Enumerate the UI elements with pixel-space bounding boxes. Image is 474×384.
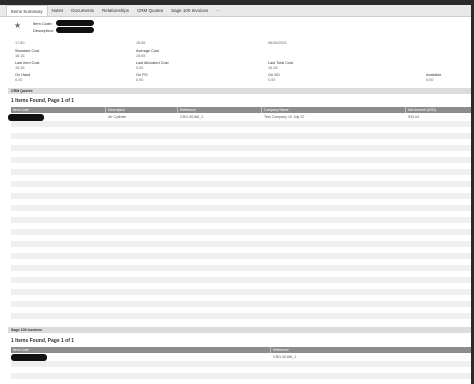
- tab-more[interactable]: ⋯: [212, 5, 225, 16]
- last-allocated-cost-field: Last Allocated Cost 0.00: [136, 61, 169, 70]
- item-code-label: Item Code:: [33, 21, 53, 26]
- col-net-amount[interactable]: Net Amount (USD): [406, 107, 471, 113]
- crm-quotes-found-text: 1 Items Found, Page 1 of 1: [11, 98, 75, 104]
- tab-items-summary[interactable]: Items Summary: [6, 5, 48, 16]
- col-item-code[interactable]: Item Code: [11, 347, 271, 353]
- sage-invoices-found-text: 1 Items Found, Page 1 of 1: [11, 338, 75, 344]
- favorite-star-icon[interactable]: ★: [14, 22, 21, 30]
- last-item-cost-field: Last Item Cost 15.28: [15, 61, 40, 70]
- cell-description: Air Cylinder: [108, 115, 127, 119]
- description-redaction: [56, 27, 94, 33]
- available-field: Available 0.00: [426, 73, 442, 82]
- summary-value-row0-col1: 17.60: [15, 41, 25, 45]
- tab-notes[interactable]: Notes: [48, 5, 68, 16]
- tab-relationships[interactable]: Relationships: [98, 5, 133, 16]
- on-po-field: On PO 0.00: [136, 73, 148, 82]
- summary-value-row0-col2: 15.65: [136, 41, 146, 45]
- average-cost-field: Average Cost 15.65: [136, 49, 159, 58]
- col-reference[interactable]: Reference: [271, 347, 471, 353]
- crm-item-code-redaction: [8, 114, 44, 121]
- on-hand-field: On Hand 0.00: [15, 73, 31, 82]
- sage-item-code-redaction: [11, 354, 47, 361]
- tab-sage-100-invoices[interactable]: Sage 100 Invoices: [167, 5, 212, 16]
- table-row[interactable]: Air Cylinder CRO-40166_1 Test Company 19…: [11, 114, 471, 120]
- crm-quotes-section-header[interactable]: CRM Quotes: [8, 88, 471, 94]
- cell-reference: CRO-40166_1: [273, 355, 297, 359]
- description-label: Description:: [33, 28, 55, 33]
- cell-item-code: [11, 354, 271, 360]
- cell-net-amount: 933.04: [408, 115, 419, 119]
- table-row[interactable]: CRO-40166_1: [11, 354, 471, 360]
- sage-invoices-empty-rows: [11, 361, 471, 379]
- standard-cost-field: Standard Cost 16.15: [15, 49, 40, 58]
- last-total-cost-field: Last Total Cost 15.28: [268, 61, 294, 70]
- sage-invoices-section-header[interactable]: Sage 100 Invoices: [8, 327, 471, 333]
- cell-reference: CRO-40166_1: [180, 115, 204, 119]
- summary-value-row0-col3: 06/28/2021: [268, 41, 288, 45]
- item-code-redaction: [56, 20, 94, 26]
- tab-bar: Items Summary Notes Documents Relationsh…: [0, 5, 471, 17]
- crm-quotes-empty-rows: [11, 121, 471, 319]
- sage-invoices-table-header: Item Code Reference: [11, 347, 471, 353]
- col-company-name[interactable]: Company Name: [262, 107, 406, 113]
- on-so-field: On SO 0.00: [268, 73, 280, 82]
- cell-company-name: Test Company 19 July 22: [264, 115, 305, 119]
- col-description[interactable]: Description: [106, 107, 178, 113]
- tab-documents[interactable]: Documents: [67, 5, 98, 16]
- col-item-code[interactable]: Item Code: [11, 107, 106, 113]
- col-reference[interactable]: Reference: [178, 107, 262, 113]
- tab-crm-quotes[interactable]: CRM Quotes: [133, 5, 167, 16]
- crm-quotes-table-header: Item Code Description Reference Company …: [11, 107, 471, 113]
